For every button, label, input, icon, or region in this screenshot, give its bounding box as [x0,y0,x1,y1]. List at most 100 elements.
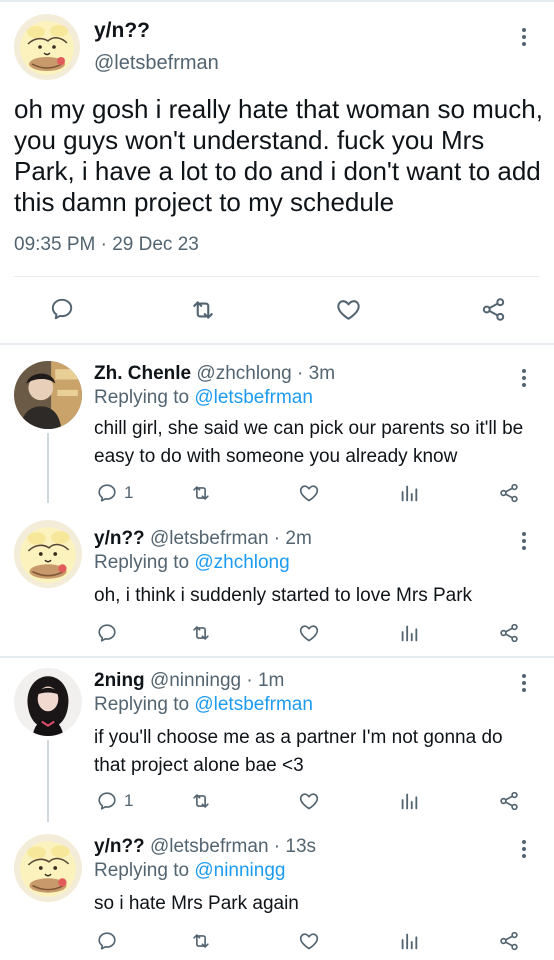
thread-line [47,433,49,503]
views-button[interactable] [398,622,420,644]
reply-header: y/n?? @letsbefrman · 13s [94,836,316,858]
main-tweet: y/n?? @letsbefrman oh my gosh i really h… [0,0,554,345]
heart-icon [298,790,320,812]
divider [14,276,540,277]
author-name[interactable]: Zh. Chenle [94,363,191,384]
replying-to: Replying to @letsbefrman [94,694,313,716]
share-icon [480,296,507,323]
avatar[interactable] [14,14,80,80]
reply-icon [49,296,75,322]
views-icon [398,482,420,504]
share-icon [498,790,520,812]
replying-to-handle[interactable]: @letsbefrman [194,387,313,408]
views-icon [398,790,420,812]
views-icon [398,930,420,952]
like-button[interactable] [298,482,320,504]
author-handle[interactable]: @letsbefrman [94,52,219,75]
author-name[interactable]: y/n?? [94,836,145,857]
replying-prefix: Replying to [94,694,195,715]
heart-icon [298,482,320,504]
retweet-button[interactable] [190,482,212,504]
reply-header: Zh. Chenle @zhchlong · 3m [94,363,335,385]
like-button[interactable] [298,622,320,644]
author-handle[interactable]: @ninningg · 1m [150,670,284,691]
more-icon[interactable] [521,369,527,387]
reply-header: 2ning @ninningg · 1m [94,670,284,692]
reply-tweet[interactable]: y/n?? @letsbefrman · 2m Replying to @zhc… [0,510,554,654]
reply-count: 1 [124,791,134,810]
replying-to: Replying to @letsbefrman [94,387,313,409]
tweet-timestamp: 09:35 PM · 29 Dec 23 [14,234,199,255]
retweet-icon [190,482,212,504]
reply-count: 1 [124,483,134,502]
author-name[interactable]: 2ning [94,670,145,691]
views-icon [398,622,420,644]
reply-header: y/n?? @letsbefrman · 2m [94,528,312,550]
retweet-icon [190,622,212,644]
reply-tweet[interactable]: y/n?? @letsbefrman · 13s Replying to @ni… [0,826,554,960]
reply-button[interactable] [49,296,75,322]
author-handle[interactable]: @letsbefrman · 2m [150,528,312,549]
retweet-button[interactable] [190,622,212,644]
replying-to: Replying to @ninningg [94,860,285,882]
like-button[interactable] [298,930,320,952]
retweet-icon [190,790,212,812]
tweet-text: oh my gosh i really hate that woman so m… [14,94,543,217]
heart-icon [298,930,320,952]
share-button[interactable] [498,622,520,644]
replying-to-handle[interactable]: @letsbefrman [194,694,313,715]
share-icon [498,930,520,952]
reply-button[interactable] [96,930,118,952]
replying-prefix: Replying to [94,552,195,573]
like-button[interactable] [335,296,362,323]
reply-button[interactable]: 1 [96,482,133,504]
author-name[interactable]: y/n?? [94,19,150,43]
retweet-icon [189,296,217,324]
share-icon [498,482,520,504]
reply-tweet[interactable]: 2ning @ninningg · 1m Replying to @letsbe… [0,658,554,822]
views-button[interactable] [398,790,420,812]
retweet-button[interactable] [190,790,212,812]
share-button[interactable] [498,930,520,952]
reply-icon [96,482,118,504]
avatar[interactable] [14,668,82,736]
reply-icon [96,790,118,812]
share-icon [498,622,520,644]
reply-tweet[interactable]: Zh. Chenle @zhchlong · 3m Replying to @l… [0,345,554,503]
views-button[interactable] [398,482,420,504]
reply-text: oh, i think i suddenly started to love M… [94,585,473,606]
more-icon[interactable] [521,674,527,692]
heart-icon [335,296,362,323]
more-icon[interactable] [521,840,527,858]
share-button[interactable] [480,296,507,323]
author-handle[interactable]: @zhchlong · 3m [196,363,335,384]
avatar[interactable] [14,520,82,588]
like-button[interactable] [298,790,320,812]
replying-to: Replying to @zhchlong [94,552,290,574]
tweet-actions [0,288,554,332]
avatar[interactable] [14,834,82,902]
reply-button[interactable] [96,622,118,644]
author-name[interactable]: y/n?? [94,528,145,549]
replying-prefix: Replying to [94,387,195,408]
thread-line [47,740,49,822]
more-icon[interactable] [521,28,527,46]
retweet-button[interactable] [190,930,212,952]
reply-text: if you'll choose me as a partner I'm not… [94,727,503,776]
replying-prefix: Replying to [94,860,195,881]
share-button[interactable] [498,482,520,504]
retweet-button[interactable] [189,296,217,324]
views-button[interactable] [398,930,420,952]
retweet-icon [190,930,212,952]
replying-to-handle[interactable]: @ninningg [194,860,285,881]
heart-icon [298,622,320,644]
author-handle[interactable]: @letsbefrman · 13s [150,836,316,857]
reply-text: chill girl, she said we can pick our par… [94,418,524,467]
more-icon[interactable] [521,532,527,550]
reply-button[interactable]: 1 [96,790,133,812]
reply-icon [96,622,118,644]
avatar[interactable] [14,361,82,429]
share-button[interactable] [498,790,520,812]
reply-text: so i hate Mrs Park again [94,893,299,914]
replying-to-handle[interactable]: @zhchlong [194,552,289,573]
